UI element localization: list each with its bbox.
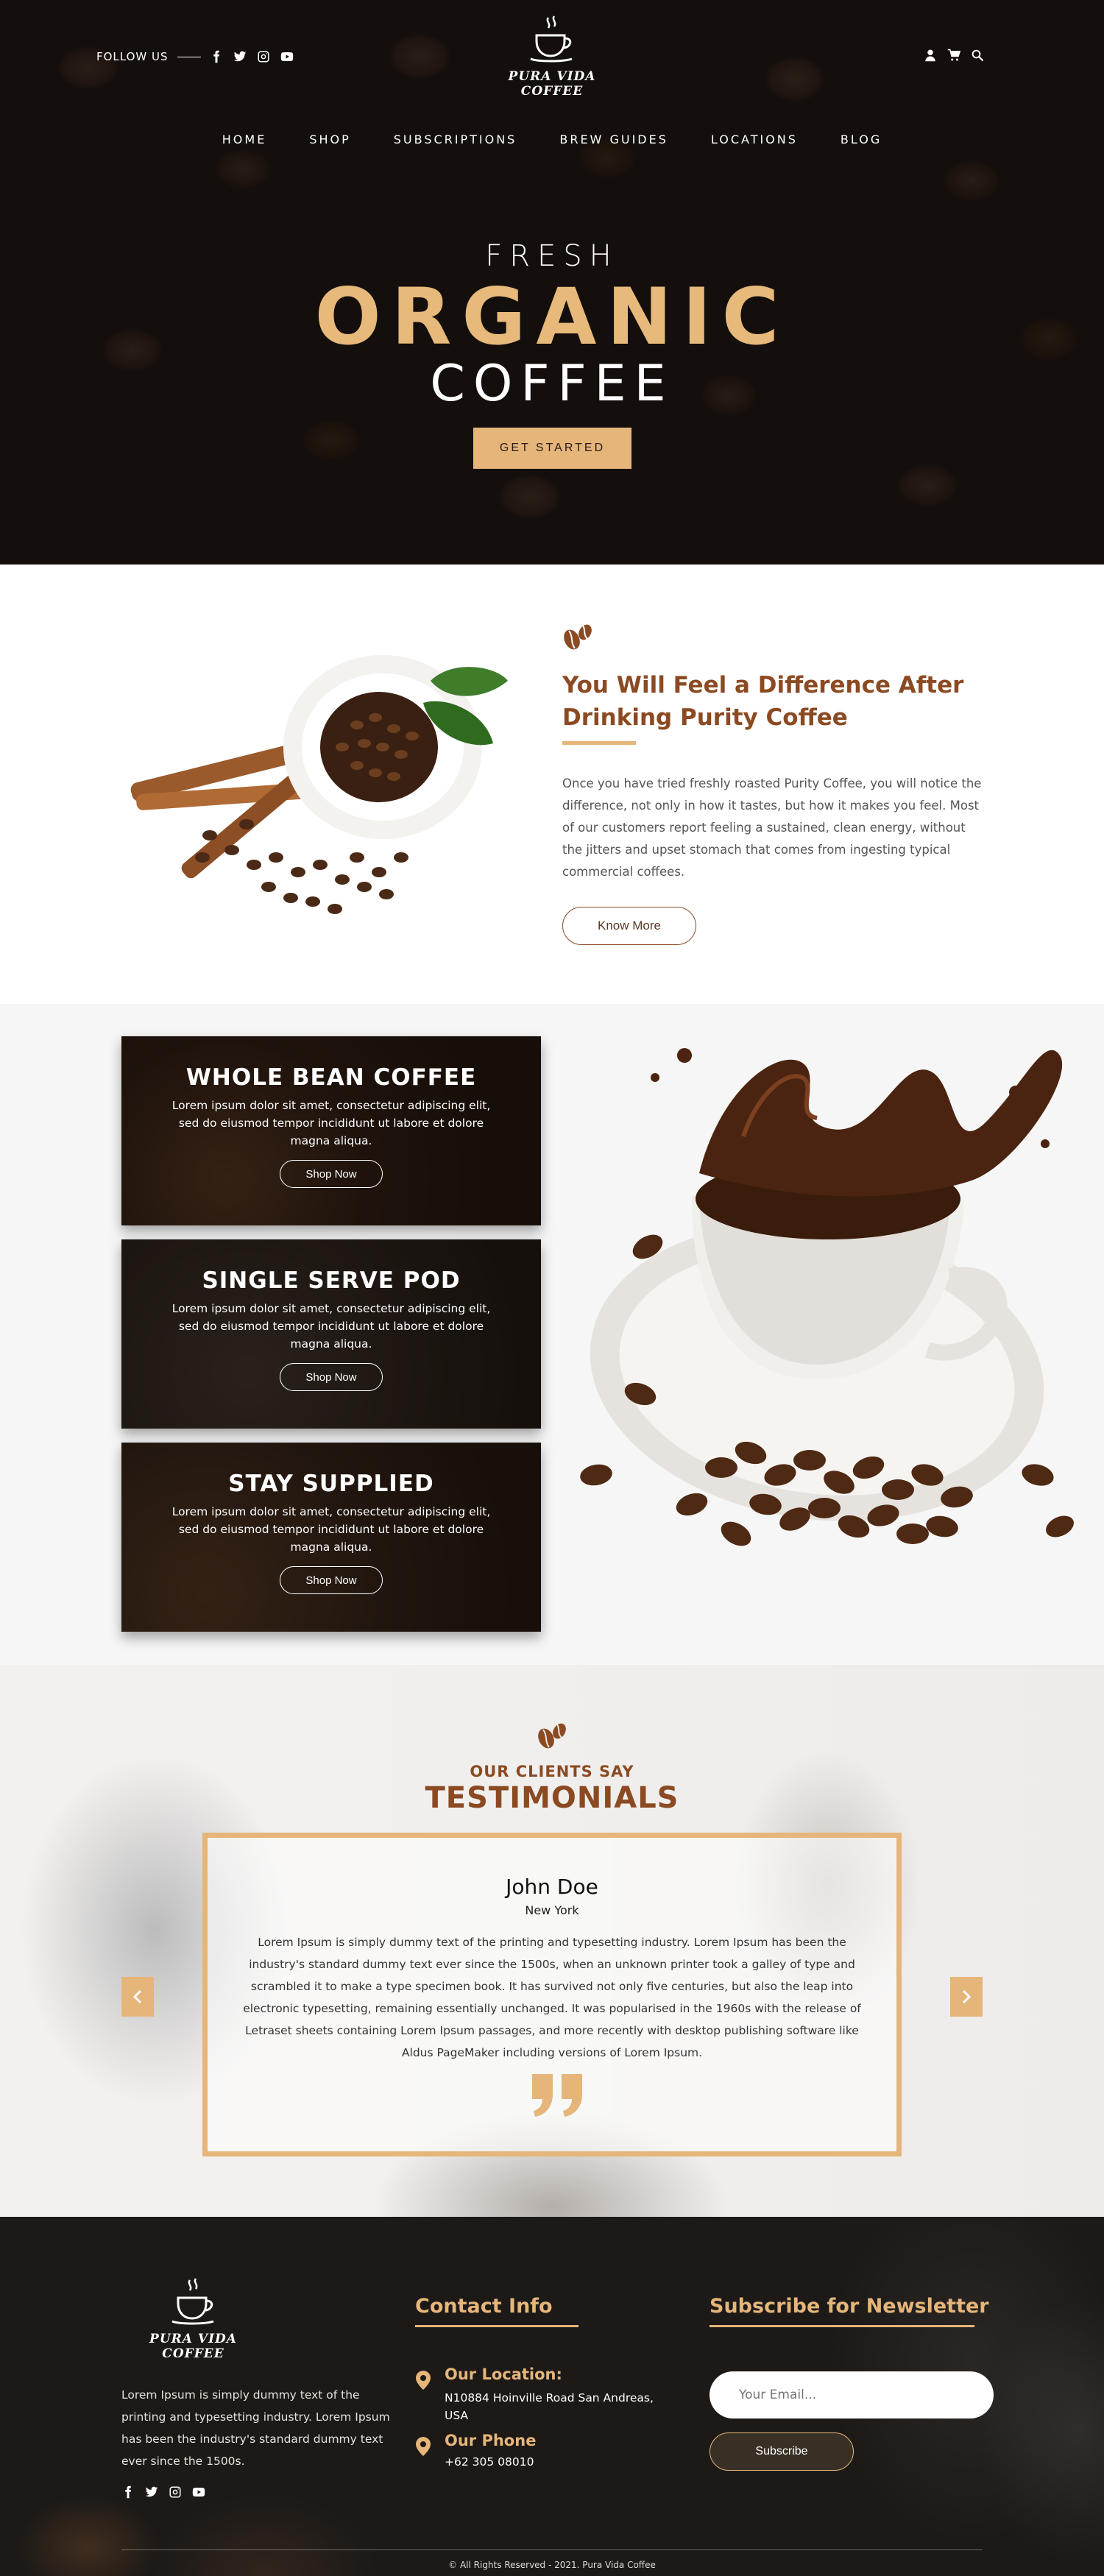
card-desc: Lorem ipsum dolor sit amet, consectetur … xyxy=(171,1302,491,1351)
cart-icon[interactable] xyxy=(947,49,960,62)
youtube-icon[interactable] xyxy=(192,2485,205,2499)
footer-social-links xyxy=(121,2485,205,2499)
about-divider xyxy=(562,741,636,745)
newsletter-heading-underline xyxy=(710,2325,974,2327)
nav-shop[interactable]: SHOP xyxy=(309,132,350,146)
hero-line-coffee: COFFEE xyxy=(430,355,674,414)
product-card-single-serve: SINGLE SERVE POD Lorem ipsum dolor sit a… xyxy=(121,1239,541,1429)
card-title: STAY SUPPLIED xyxy=(228,1471,434,1497)
testimonials-section: OUR CLIENTS SAY TESTIMONIALS John Doe Ne… xyxy=(0,1665,1104,2217)
follow-us: FOLLOW US xyxy=(96,50,294,63)
youtube-icon[interactable] xyxy=(280,50,294,63)
facebook-icon[interactable] xyxy=(210,50,223,63)
contact-heading-underline xyxy=(415,2325,578,2327)
get-started-button[interactable]: GET STARTED xyxy=(473,428,631,469)
newsletter-email-input[interactable] xyxy=(710,2371,994,2418)
instagram-icon[interactable] xyxy=(257,50,270,63)
shop-now-button[interactable]: Shop Now xyxy=(280,1160,383,1188)
testimonial-card: John Doe New York Lorem Ipsum is simply … xyxy=(202,1833,902,2156)
user-icon[interactable] xyxy=(924,49,937,62)
phone-label: Our Phone xyxy=(445,2432,537,2449)
next-testimonial-button[interactable] xyxy=(950,1977,983,2017)
coffee-beans-icon xyxy=(564,624,592,650)
know-more-button[interactable]: Know More xyxy=(562,907,696,945)
product-card-stay-supplied: STAY SUPPLIED Lorem ipsum dolor sit amet… xyxy=(121,1443,541,1632)
card-title: SINGLE SERVE POD xyxy=(202,1267,461,1294)
nav-blog[interactable]: BLOG xyxy=(841,132,882,146)
shop-now-button[interactable]: Shop Now xyxy=(280,1363,383,1391)
contact-info-heading: Contact Info xyxy=(415,2295,553,2318)
about-text: Once you have tried freshly roasted Puri… xyxy=(562,776,982,879)
coffee-beans-icon xyxy=(538,1723,566,1749)
logo-text: PURA VIDA COFFEE xyxy=(508,69,596,99)
hero-line-fresh: FRESH xyxy=(485,239,619,273)
instagram-icon[interactable] xyxy=(169,2485,182,2499)
coffee-cup-logo-icon xyxy=(171,2278,213,2325)
chevron-right-icon xyxy=(962,1989,972,2004)
main-nav: HOME SHOP SUBSCRIPTIONS BREW GUIDES LOCA… xyxy=(0,132,1104,146)
location-value: N10884 Hoinville Road San Andreas, USA xyxy=(445,2391,654,2422)
coffee-cup-logo-icon xyxy=(530,15,573,63)
header-actions xyxy=(924,49,984,62)
hero-line-organic: ORGANIC xyxy=(314,272,790,362)
follow-label: FOLLOW US xyxy=(96,50,169,63)
hero-headline: FRESH ORGANIC COFFEE xyxy=(0,239,1104,411)
quote-icon xyxy=(532,2074,582,2117)
card-desc: Lorem ipsum dolor sit amet, consectetur … xyxy=(171,1099,491,1147)
newsletter-heading: Subscribe for Newsletter xyxy=(710,2295,989,2318)
coffee-splash-cup-image xyxy=(580,1048,1074,1546)
prev-testimonial-button[interactable] xyxy=(121,1977,154,2017)
subscribe-button[interactable]: Subscribe xyxy=(710,2432,854,2471)
location-pin-icon xyxy=(416,2437,431,2456)
about-section: You Will Feel a Difference After Drinkin… xyxy=(0,565,1104,1004)
products-section: WHOLE BEAN COFFEE Lorem ipsum dolor sit … xyxy=(0,1004,1104,1665)
shop-now-button[interactable]: Shop Now xyxy=(280,1566,383,1594)
footer-about-text: Lorem Ipsum is simply dummy text of the … xyxy=(121,2388,390,2468)
facebook-icon[interactable] xyxy=(121,2485,135,2499)
location-pin-icon xyxy=(416,2371,431,2390)
location-label: Our Location: xyxy=(445,2366,562,2383)
testimonials-title: TESTIMONIALS xyxy=(425,1781,679,1815)
chevron-left-icon xyxy=(132,1989,142,2004)
card-title: WHOLE BEAN COFFEE xyxy=(185,1064,477,1091)
twitter-icon[interactable] xyxy=(145,2485,158,2499)
nav-locations[interactable]: LOCATIONS xyxy=(711,132,798,146)
site-footer: PURA VIDA COFFEE Lorem Ipsum is simply d… xyxy=(0,2217,1104,2576)
twitter-icon[interactable] xyxy=(233,50,247,63)
copyright-text: © All Rights Reserved - 2021. Pura Vida … xyxy=(448,2560,656,2570)
testimonial-name: John Doe xyxy=(506,1875,598,1899)
nav-brew-guides[interactable]: BREW GUIDES xyxy=(559,132,668,146)
header-social-links xyxy=(210,50,294,63)
nav-home[interactable]: HOME xyxy=(222,132,267,146)
nav-subscriptions[interactable]: SUBSCRIPTIONS xyxy=(394,132,517,146)
footer-logo-text: PURA VIDA COFFEE xyxy=(149,2332,237,2361)
card-desc: Lorem ipsum dolor sit amet, consectetur … xyxy=(171,1505,491,1554)
testimonials-subtitle: OUR CLIENTS SAY xyxy=(470,1763,634,1780)
coffee-bowl-cinnamon-image xyxy=(130,655,508,914)
testimonial-text: Lorem Ipsum is simply dummy text of the … xyxy=(243,1936,861,2059)
search-icon[interactable] xyxy=(971,49,984,62)
about-title: You Will Feel a Difference After Drinkin… xyxy=(562,672,964,731)
phone-value: +62 305 08010 xyxy=(445,2455,534,2469)
testimonial-location: New York xyxy=(525,1903,579,1917)
product-card-whole-bean: WHOLE BEAN COFFEE Lorem ipsum dolor sit … xyxy=(121,1036,541,1225)
site-logo[interactable]: PURA VIDA COFFEE xyxy=(478,13,626,99)
hero-section: FOLLOW US PURA VIDA COFFEE HOME SHOP SUB… xyxy=(0,0,1104,565)
footer-logo[interactable]: PURA VIDA COFFEE xyxy=(121,2276,265,2361)
